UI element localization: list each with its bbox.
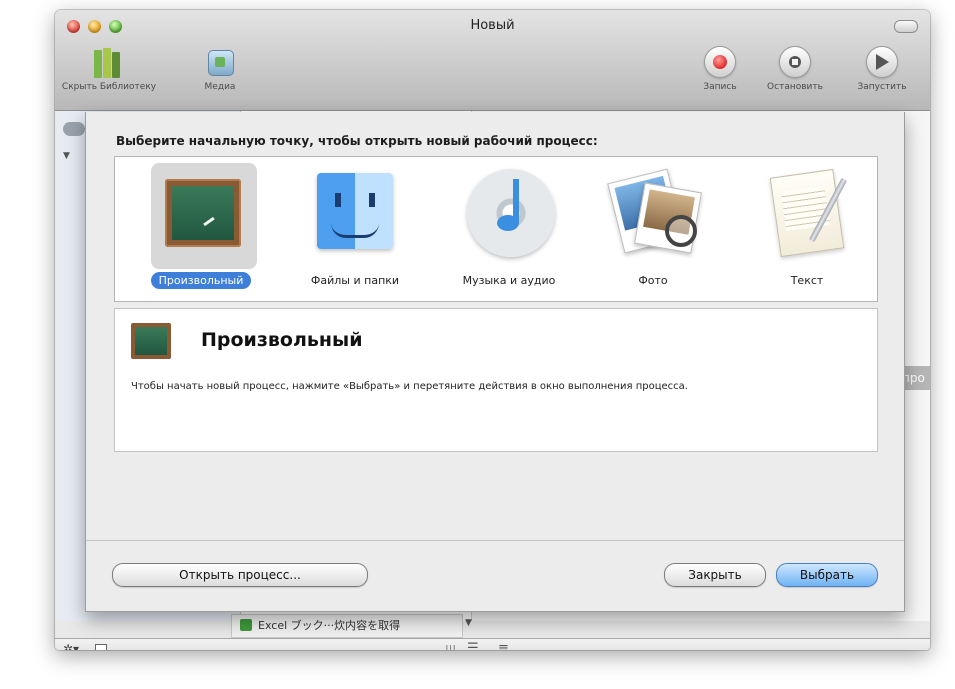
run-label: Запустить: [857, 82, 907, 92]
hide-library-button[interactable]: Скрыть Библиотеку: [59, 46, 159, 92]
itunes-icon: [461, 165, 557, 261]
divider: [86, 540, 904, 541]
photos-icon: [605, 165, 702, 261]
template-label: Музыка и аудио: [462, 274, 556, 287]
action-list-item-label: Excel ブック···炊内容を取得: [258, 619, 401, 632]
template-chooser-sheet: Выберите начальную точку, чтобы открыть …: [85, 112, 905, 612]
template-text[interactable]: Текст: [725, 165, 875, 295]
sheet-prompt: Выберите начальную точку, чтобы открыть …: [116, 134, 598, 148]
scroll-down-arrow-icon[interactable]: ▼: [465, 618, 472, 628]
play-icon: [866, 46, 898, 78]
stop-button[interactable]: Остановить: [755, 46, 835, 92]
record-button[interactable]: Запись: [695, 46, 745, 92]
close-button[interactable]: Закрыть: [664, 563, 766, 587]
run-button[interactable]: Запустить: [842, 46, 922, 92]
disclosure-triangle-icon[interactable]: ▼: [63, 151, 70, 161]
action-list-item[interactable]: Excel ブック···炊内容を取得: [231, 614, 463, 638]
show-description-icon[interactable]: [95, 644, 107, 650]
finder-icon: [307, 165, 403, 261]
flow-view-icon[interactable]: ≡: [498, 641, 509, 650]
template-custom[interactable]: Произвольный: [119, 163, 269, 295]
description-title: Произвольный: [201, 329, 363, 351]
open-workflow-button[interactable]: Открыть процесс...: [112, 563, 368, 587]
media-label: Медиа: [204, 82, 236, 92]
title-bar: Новый Скрыть Библиотеку Медиа Запись Ост…: [55, 10, 930, 111]
template-label: Файлы и папки: [310, 274, 400, 287]
hide-library-label: Скрыть Библиотеку: [61, 82, 157, 92]
template-gallery: Произвольный Файлы и папки Музыка и ауди…: [114, 156, 878, 302]
choose-button[interactable]: Выбрать: [776, 563, 878, 587]
list-view-icon[interactable]: ☰: [467, 641, 479, 650]
excel-action-icon: [240, 619, 252, 631]
chalkboard-icon: [151, 163, 257, 269]
template-photos[interactable]: Фото: [571, 165, 721, 295]
chalkboard-icon: [131, 323, 171, 359]
template-files-folders[interactable]: Файлы и папки: [273, 165, 423, 295]
stop-label: Остановить: [767, 82, 823, 92]
stop-icon: [779, 46, 811, 78]
description-text: Чтобы начать новый процесс, нажмите «Выб…: [131, 381, 688, 392]
bottom-status-bar: ✲▾ ||| ☰ ≡: [55, 638, 930, 650]
template-description: Произвольный Чтобы начать новый процесс,…: [114, 308, 878, 452]
library-icon: [92, 46, 126, 78]
media-button[interactable]: Медиа: [190, 46, 250, 92]
template-music-audio[interactable]: Музыка и аудио: [427, 165, 577, 295]
template-label: Фото: [638, 274, 668, 287]
record-label: Запись: [703, 82, 737, 92]
gear-icon[interactable]: ✲▾: [63, 642, 79, 650]
template-label: Текст: [790, 274, 824, 287]
template-label: Произвольный: [119, 272, 283, 289]
media-icon: [203, 46, 237, 78]
record-icon: [704, 46, 736, 78]
text-document-icon: [759, 165, 855, 261]
window-title: Новый: [470, 18, 515, 33]
pane-divider-handle-icon[interactable]: |||: [445, 643, 456, 650]
library-search-pill[interactable]: [63, 122, 85, 136]
